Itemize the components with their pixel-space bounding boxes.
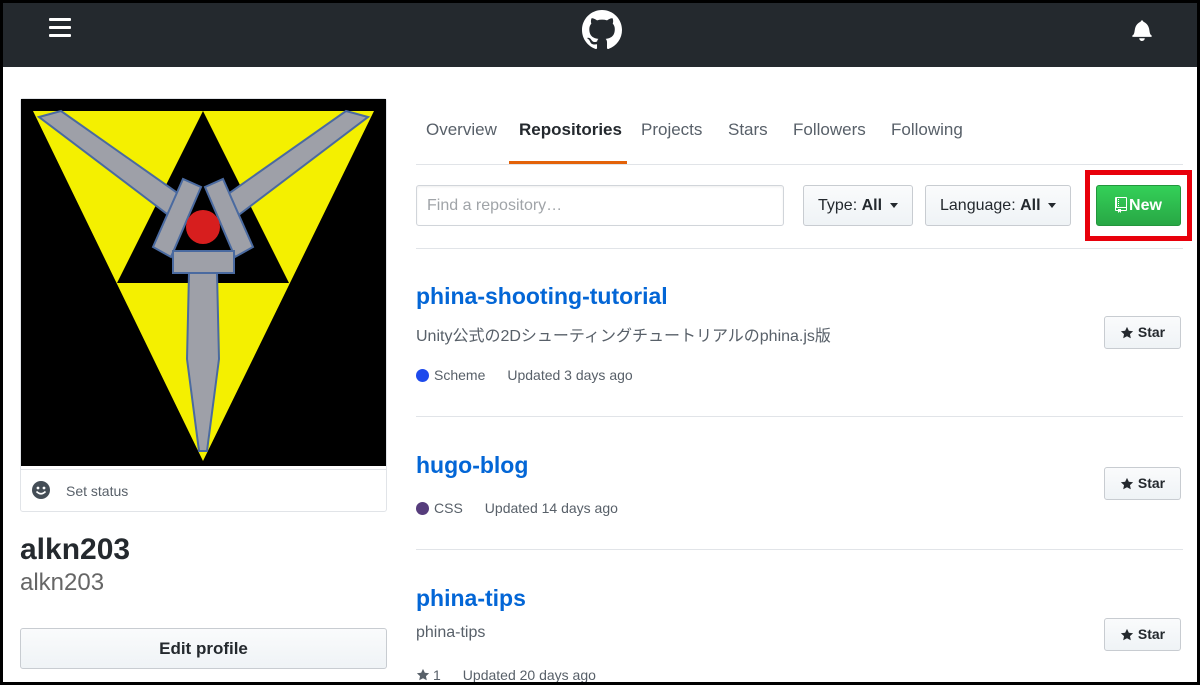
new-repo-button[interactable]: New bbox=[1096, 185, 1181, 226]
star-icon bbox=[1120, 477, 1133, 490]
set-status-label: Set status bbox=[66, 483, 129, 499]
divider bbox=[416, 248, 1183, 249]
repo-language: Scheme bbox=[434, 367, 486, 383]
chevron-down-icon bbox=[889, 203, 898, 209]
type-filter-dropdown[interactable]: Type: All bbox=[803, 185, 913, 226]
star-label: Star bbox=[1137, 324, 1166, 340]
star-label: Star bbox=[1137, 475, 1166, 491]
repo-search-input[interactable] bbox=[416, 185, 784, 226]
type-filter-label: Type: bbox=[818, 197, 858, 214]
star-icon bbox=[416, 668, 430, 681]
profile-tabs: Overview Repositories Projects Stars Fol… bbox=[416, 98, 1183, 165]
repo-link[interactable]: hugo-blog bbox=[416, 452, 528, 479]
star-icon bbox=[1120, 628, 1133, 641]
language-filter-dropdown[interactable]: Language: All bbox=[925, 185, 1071, 226]
tab-followers[interactable]: Followers bbox=[793, 120, 866, 140]
divider bbox=[416, 549, 1183, 550]
edit-profile-button[interactable]: Edit profile bbox=[20, 628, 387, 669]
repo-meta: Scheme Updated 3 days ago bbox=[416, 367, 633, 383]
profile-name: alkn203 bbox=[20, 533, 131, 566]
star-button[interactable]: Star bbox=[1104, 467, 1181, 500]
tab-projects[interactable]: Projects bbox=[641, 120, 702, 140]
star-icon bbox=[1120, 326, 1133, 339]
star-label: Star bbox=[1137, 626, 1166, 642]
tab-following[interactable]: Following bbox=[891, 120, 963, 140]
language-color-dot bbox=[416, 369, 429, 382]
repo-description: Unity公式の2Dシューティングチュートリアルのphina.js版 bbox=[416, 328, 831, 345]
repo-updated: Updated 14 days ago bbox=[484, 500, 618, 516]
repo-updated: Updated 3 days ago bbox=[507, 367, 633, 383]
repo-link[interactable]: phina-shooting-tutorial bbox=[416, 283, 668, 310]
tab-stars[interactable]: Stars bbox=[728, 120, 768, 140]
avatar[interactable] bbox=[21, 99, 386, 466]
new-button-label: New bbox=[1129, 197, 1162, 214]
divider bbox=[416, 416, 1183, 417]
repo-updated: Updated 20 days ago bbox=[462, 667, 596, 682]
type-filter-value: All bbox=[861, 197, 883, 214]
chevron-down-icon bbox=[1048, 203, 1056, 209]
language-color-dot bbox=[416, 502, 429, 515]
repo-link[interactable]: phina-tips bbox=[416, 585, 526, 612]
repo-stars[interactable]: 1 bbox=[433, 667, 441, 682]
star-button[interactable]: Star bbox=[1104, 316, 1181, 349]
avatar-card: Set status bbox=[20, 98, 387, 512]
bell-icon[interactable] bbox=[1131, 19, 1153, 41]
star-button[interactable]: Star bbox=[1104, 618, 1181, 651]
top-navbar bbox=[3, 3, 1197, 67]
profile-username: alkn203 bbox=[20, 569, 105, 596]
repo-book-icon bbox=[1115, 197, 1128, 213]
repo-meta: CSS Updated 14 days ago bbox=[416, 500, 618, 516]
set-status-row[interactable]: Set status bbox=[21, 469, 386, 511]
repo-description: phina-tips bbox=[416, 624, 486, 641]
page: Set status alkn203 alkn203 Edit profile … bbox=[3, 3, 1197, 682]
tab-overview[interactable]: Overview bbox=[426, 120, 497, 140]
language-filter-label: Language: bbox=[940, 197, 1016, 214]
repo-language: CSS bbox=[434, 500, 463, 516]
repo-meta: 1 Updated 20 days ago bbox=[416, 667, 596, 682]
github-octocat-icon[interactable] bbox=[582, 10, 622, 50]
tab-repositories[interactable]: Repositories bbox=[519, 120, 622, 140]
active-tab-underline bbox=[509, 161, 627, 164]
language-filter-value: All bbox=[1020, 197, 1041, 214]
smiley-icon bbox=[32, 481, 50, 499]
hamburger-icon[interactable] bbox=[49, 18, 71, 38]
